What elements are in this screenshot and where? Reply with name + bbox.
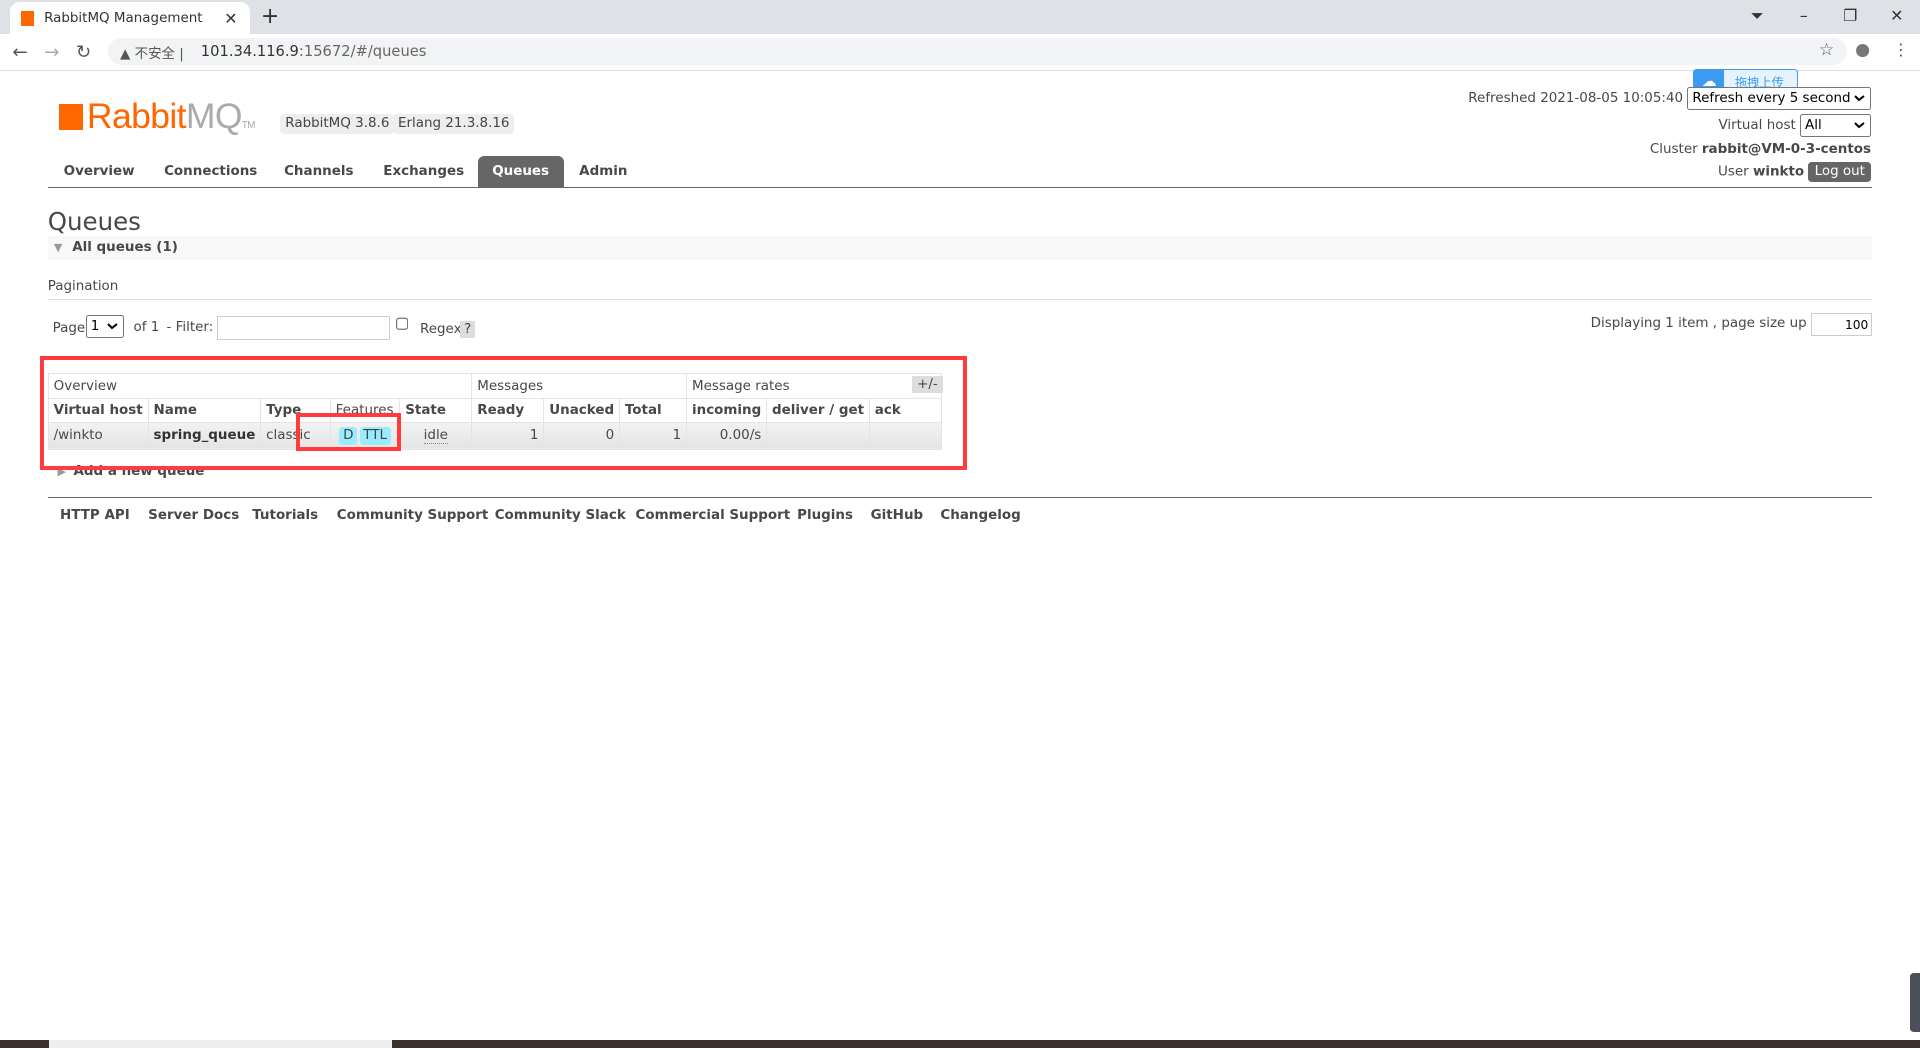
reload-icon[interactable]: ↻ — [76, 42, 91, 63]
tab-exchanges[interactable]: Exchanges — [383, 164, 464, 179]
pagination-heading: Pagination — [47, 279, 1873, 301]
bookmark-star-icon[interactable]: ☆ — [1819, 40, 1834, 60]
highlight-box-features — [296, 412, 402, 452]
address-bar: ← → ↻ ▲ 不安全 | 101.34.116.9:15672/#/queue… — [0, 34, 1920, 71]
window-controls: ⏷ – ❐ ✕ — [1734, 0, 1920, 34]
security-label: 不安全 — [134, 46, 175, 62]
logo-tm: TM — [241, 119, 255, 131]
side-widget — [1910, 973, 1920, 1033]
displaying-label: Displaying 1 item , page size up to: — [1590, 315, 1829, 331]
filter-label: - Filter: — [166, 319, 214, 335]
warning-icon: ▲ — [119, 46, 131, 62]
page-label: Page — [52, 320, 86, 336]
erlang-version: Erlang 21.3.8.16 — [393, 113, 515, 134]
page-size-input[interactable] — [1811, 313, 1872, 337]
collapse-triangle-icon: ▼ — [53, 241, 63, 255]
section-title: All queues (1) — [72, 239, 178, 255]
page-select[interactable]: 1 — [85, 314, 124, 338]
restore-icon[interactable]: ❐ — [1827, 0, 1874, 34]
refresh-select[interactable]: Refresh every 5 seconds — [1687, 86, 1872, 111]
back-icon[interactable]: ← — [12, 42, 27, 63]
footer-github[interactable]: GitHub — [871, 508, 924, 523]
page-title: Queues — [47, 206, 141, 236]
highlight-box-table — [40, 356, 967, 470]
os-taskbar — [0, 1039, 1920, 1048]
filter-input[interactable] — [216, 315, 391, 340]
menu-icon[interactable]: ⋮ — [1893, 40, 1909, 59]
regex-label: Regex — [420, 322, 462, 338]
forward-icon[interactable]: → — [44, 42, 59, 63]
all-queues-section-toggle[interactable]: ▼ All queues (1) — [47, 236, 1873, 260]
rabbitmq-favicon-icon — [20, 11, 35, 26]
footer-tutorials[interactable]: Tutorials — [252, 508, 318, 523]
browser-tab[interactable]: RabbitMQ Management ✕ — [9, 2, 250, 35]
rabbitmq-logo[interactable]: RabbitMQTM — [58, 95, 255, 137]
tab-admin[interactable]: Admin — [579, 164, 627, 179]
close-tab-icon[interactable]: ✕ — [224, 9, 237, 28]
refresh-row: Refreshed 2021-08-05 10:05:40 Refresh ev… — [1468, 86, 1872, 111]
account-icon[interactable]: ● — [1855, 40, 1870, 60]
logo-text: Rabbit — [86, 95, 187, 136]
of-pages: of 1 — [133, 319, 160, 335]
tab-title: RabbitMQ Management — [44, 11, 203, 26]
url-host: 101.34.116.9 — [200, 42, 299, 60]
url-path: :15672/#/queues — [298, 42, 427, 60]
footer-community-slack[interactable]: Community Slack — [495, 508, 626, 523]
tab-channels[interactable]: Channels — [284, 164, 353, 179]
logo-text-mq: MQ — [185, 95, 243, 136]
tab-overview[interactable]: Overview — [64, 164, 135, 179]
tab-connections[interactable]: Connections — [164, 164, 257, 179]
footer-plugins[interactable]: Plugins — [797, 508, 853, 523]
footer-changelog[interactable]: Changelog — [940, 508, 1020, 523]
rabbit-logo-icon — [58, 104, 84, 130]
footer-commercial-support[interactable]: Commercial Support — [636, 508, 791, 523]
refreshed-timestamp: Refreshed 2021-08-05 10:05:40 — [1468, 91, 1684, 107]
vhost-label: Virtual host — [1718, 118, 1796, 133]
close-window-icon[interactable]: ✕ — [1873, 0, 1920, 34]
footer-community-support[interactable]: Community Support — [337, 508, 489, 523]
regex-help-button[interactable]: ? — [460, 320, 475, 339]
browser-tab-bar: RabbitMQ Management ✕ + ⏷ – ❐ ✕ — [0, 0, 1920, 35]
profile-dropdown-icon[interactable]: ⏷ — [1734, 0, 1781, 34]
minimize-icon[interactable]: – — [1780, 0, 1827, 34]
footer-server-docs[interactable]: Server Docs — [148, 508, 239, 523]
vhost-select[interactable]: All — [1800, 113, 1872, 138]
vhost-row: Virtual host All — [1718, 113, 1872, 138]
url-input[interactable]: ▲ 不安全 | 101.34.116.9:15672/#/queues ☆ — [107, 37, 1847, 65]
regex-checkbox[interactable] — [395, 317, 409, 331]
footer-links: HTTP API Server Docs Tutorials Community… — [47, 497, 1873, 523]
tab-queues[interactable]: Queues — [477, 155, 564, 188]
taskbar-search[interactable] — [48, 1039, 392, 1048]
main-nav: Overview Connections Channels Exchanges … — [47, 155, 1873, 189]
new-tab-icon[interactable]: + — [261, 4, 279, 29]
footer-http-api[interactable]: HTTP API — [60, 508, 130, 523]
rabbitmq-version: RabbitMQ 3.8.6 — [280, 113, 395, 134]
